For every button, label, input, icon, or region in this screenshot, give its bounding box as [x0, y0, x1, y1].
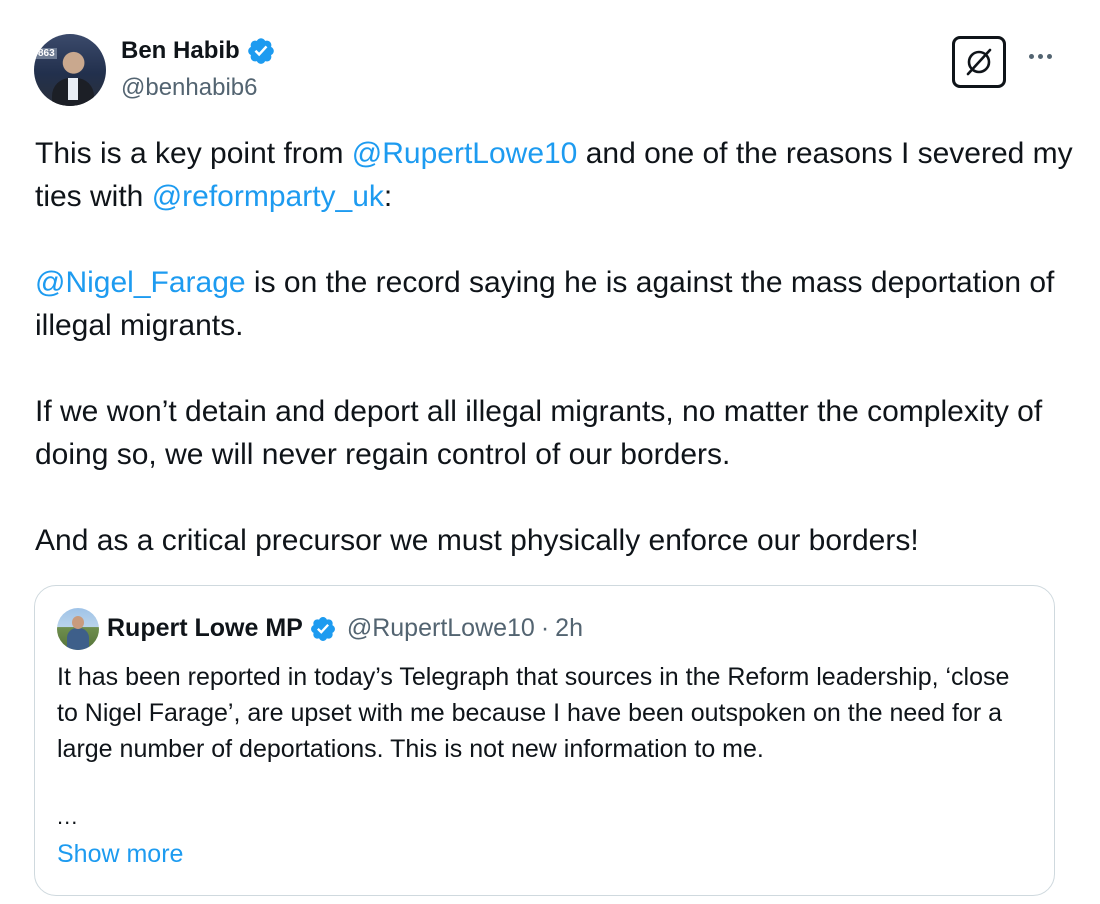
quoted-tweet-header: Rupert Lowe MP @RupertLowe10 · 2h: [107, 614, 583, 643]
author-name-row: Ben Habib: [121, 36, 276, 66]
avatar-badge-text: 863: [36, 48, 57, 59]
grok-icon: [966, 48, 992, 76]
tweet-paragraph-4: And as a critical precursor we must phys…: [35, 524, 919, 557]
tweet-paragraph-3: If we won’t detain and deport all illega…: [35, 395, 1043, 471]
author-display-name[interactable]: Ben Habib: [121, 37, 240, 65]
author-avatar[interactable]: 863: [34, 34, 106, 106]
tweet-text-span: This is a key point from: [35, 137, 352, 170]
quoted-tweet-ellipsis: ...: [57, 804, 79, 829]
verified-badge-icon: [247, 38, 274, 64]
author-handle[interactable]: @benhabib6: [121, 74, 257, 102]
show-more-link[interactable]: Show more: [57, 840, 183, 869]
tweet-paragraph-2: @Nigel_Farage is on the record saying he…: [35, 261, 1075, 347]
quoted-author-handle[interactable]: @RupertLowe10: [347, 614, 535, 643]
quoted-author-name[interactable]: Rupert Lowe MP: [107, 614, 303, 643]
quoted-author-avatar[interactable]: [57, 608, 99, 650]
mention-link-rupertlowe10[interactable]: @RupertLowe10: [352, 137, 578, 170]
quoted-tweet-card[interactable]: Rupert Lowe MP @RupertLowe10 · 2h It has…: [34, 585, 1055, 896]
mention-link-reformparty-uk[interactable]: @reformparty_uk: [152, 180, 384, 213]
more-dot: [1046, 53, 1052, 59]
tweet-body: This is a key point from @RupertLowe10 a…: [35, 132, 1075, 562]
more-options-button[interactable]: [1022, 44, 1058, 68]
more-dot: [1037, 53, 1043, 59]
avatar-shirt: [68, 78, 78, 100]
more-dot: [1028, 53, 1034, 59]
quoted-tweet-timestamp[interactable]: 2h: [555, 614, 583, 643]
dot-separator: ·: [540, 614, 550, 642]
avatar-body: [67, 628, 89, 650]
tweet-text-span: :: [383, 180, 393, 213]
quoted-tweet-text: It has been reported in today’s Telegrap…: [57, 663, 1010, 763]
grok-button[interactable]: [952, 36, 1006, 88]
tweet-paragraph-1: This is a key point from @RupertLowe10 a…: [35, 132, 1075, 218]
mention-link-nigel-farage[interactable]: @Nigel_Farage: [35, 266, 246, 299]
verified-badge-icon: [310, 616, 335, 641]
avatar-head: [72, 616, 84, 629]
